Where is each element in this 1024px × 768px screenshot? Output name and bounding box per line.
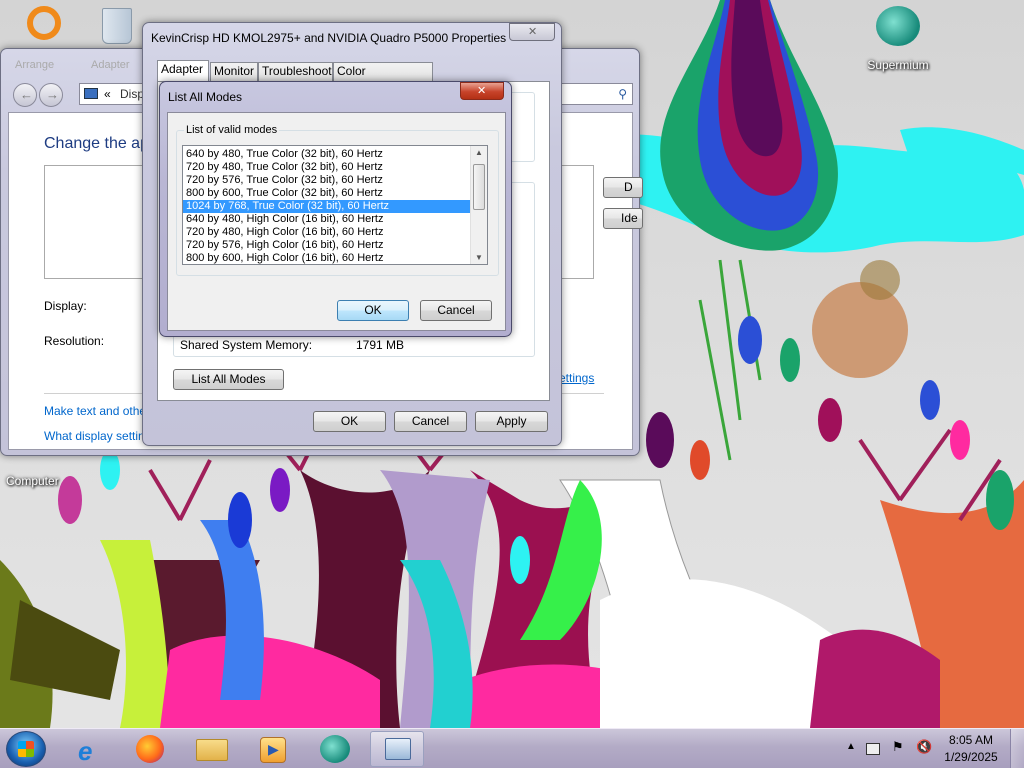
mode-list-item[interactable]: 640 by 480, True Color (32 bit), 60 Hert…	[183, 148, 471, 161]
internet-explorer-icon: e	[78, 736, 93, 766]
modes-scrollbar[interactable]: ▲ ▼	[470, 146, 487, 264]
tab-monitor[interactable]: Monitor	[210, 62, 258, 81]
taskbar-display-settings[interactable]	[370, 731, 424, 767]
list-modes-title: List All Modes	[168, 90, 243, 104]
taskbar: e ▶ ▲ ⚑ 🔇 8:05 AM 1/29/2025	[0, 728, 1024, 768]
taskbar-media-player[interactable]: ▶	[246, 731, 300, 767]
back-button[interactable]: ←	[13, 83, 37, 107]
mode-list-item[interactable]: 720 by 480, High Color (16 bit), 60 Hert…	[183, 226, 471, 239]
faded-menu-bar: Arrange	[15, 59, 55, 71]
resolution-label: Resolution:	[44, 334, 105, 348]
properties-close-button[interactable]: ✕	[509, 23, 555, 41]
list-modes-cancel-button[interactable]: Cancel	[420, 300, 492, 321]
forward-arrow-icon: →	[46, 87, 59, 102]
what-display-settings-link[interactable]: What display settin	[44, 429, 145, 443]
mode-list-item[interactable]: 800 by 600, True Color (32 bit), 60 Hert…	[183, 187, 471, 200]
taskbar-windows-explorer[interactable]	[186, 731, 240, 767]
supermium-icon	[320, 735, 350, 763]
make-text-larger-link[interactable]: Make text and othe	[44, 404, 146, 418]
display-folder-icon	[84, 88, 98, 99]
close-icon: ✕	[528, 26, 538, 38]
tab-color-management[interactable]: Color Management	[333, 62, 433, 95]
mode-list-item[interactable]: 720 by 576, High Color (16 bit), 60 Hert…	[183, 239, 471, 252]
mode-list-item[interactable]: 800 by 600, High Color (16 bit), 60 Hert…	[183, 252, 471, 264]
shared-memory-value: 1791 MB	[356, 338, 405, 352]
clock-time[interactable]: 8:05 AM	[944, 733, 998, 747]
modes-list: 640 by 480, True Color (32 bit), 60 Hert…	[183, 148, 471, 264]
faded-menu-bar-2: Adapter	[91, 59, 130, 71]
properties-ok-button[interactable]: OK	[313, 411, 386, 432]
properties-cancel-button[interactable]: Cancel	[394, 411, 467, 432]
computer-label: Computer	[6, 474, 59, 488]
volume-muted-icon[interactable]: 🔇	[916, 739, 932, 755]
scroll-down-arrow-icon[interactable]: ▼	[475, 253, 483, 262]
desktop-icon-supermium[interactable]: Supermium	[858, 6, 938, 76]
back-arrow-icon: ←	[20, 87, 33, 102]
play-icon: ▶	[268, 741, 279, 757]
taskbar-firefox[interactable]	[124, 731, 178, 767]
search-box[interactable]: ⚲	[561, 83, 633, 105]
advanced-settings-link[interactable]: ettings	[559, 371, 594, 385]
supermium-orange-icon[interactable]	[24, 6, 64, 46]
mode-list-item[interactable]: 720 by 576, True Color (32 bit), 60 Hert…	[183, 174, 471, 187]
firefox-icon	[136, 735, 164, 763]
list-modes-ok-button[interactable]: OK	[337, 300, 409, 321]
tab-adapter[interactable]: Adapter	[157, 60, 209, 82]
taskbar-internet-explorer[interactable]: e	[64, 731, 118, 767]
detect-button[interactable]: D	[603, 177, 643, 198]
identify-button[interactable]: Ide	[603, 208, 643, 229]
show-desktop-button[interactable]	[1010, 729, 1024, 768]
taskbar-supermium[interactable]	[308, 731, 362, 767]
search-icon: ⚲	[618, 87, 627, 101]
mode-list-item[interactable]: 720 by 480, True Color (32 bit), 60 Hert…	[183, 161, 471, 174]
properties-apply-button[interactable]: Apply	[475, 411, 548, 432]
forward-button[interactable]: →	[39, 83, 63, 107]
desktop-icon-computer[interactable]: Computer	[6, 474, 76, 492]
list-all-modes-button[interactable]: List All Modes	[173, 369, 284, 390]
clock-date[interactable]: 1/29/2025	[940, 750, 1002, 764]
action-center-flag-icon[interactable]: ⚑	[892, 739, 904, 755]
folder-icon	[196, 739, 228, 761]
recycle-bin-icon[interactable]	[96, 8, 138, 48]
mode-list-item[interactable]: 640 by 480, High Color (16 bit), 60 Hert…	[183, 213, 471, 226]
breadcrumb-display[interactable]: Disp	[120, 87, 144, 101]
valid-modes-label: List of valid modes	[184, 124, 280, 136]
breadcrumb-chevron: «	[104, 87, 111, 101]
windows-logo-icon	[18, 741, 34, 757]
start-button[interactable]	[6, 731, 46, 767]
network-icon[interactable]	[866, 743, 880, 755]
scroll-thumb[interactable]	[473, 164, 485, 210]
show-hidden-icons-button[interactable]: ▲	[846, 741, 856, 752]
modes-listbox[interactable]: 640 by 480, True Color (32 bit), 60 Hert…	[182, 145, 488, 265]
mode-list-item[interactable]: 1024 by 768, True Color (32 bit), 60 Her…	[183, 200, 471, 213]
tab-troubleshoot[interactable]: Troubleshoot	[258, 62, 333, 81]
list-modes-close-button[interactable]: ✕	[460, 82, 504, 100]
scroll-up-arrow-icon[interactable]: ▲	[475, 148, 483, 157]
shared-memory-label: Shared System Memory:	[180, 338, 313, 352]
display-settings-icon	[385, 738, 411, 760]
display-label: Display:	[44, 299, 87, 313]
properties-dialog-title: KevinCrisp HD KMOL2975+ and NVIDIA Quadr…	[151, 31, 507, 45]
supermium-icon	[876, 6, 920, 46]
page-title: Change the ap	[44, 135, 149, 152]
close-icon: ✕	[477, 85, 487, 97]
